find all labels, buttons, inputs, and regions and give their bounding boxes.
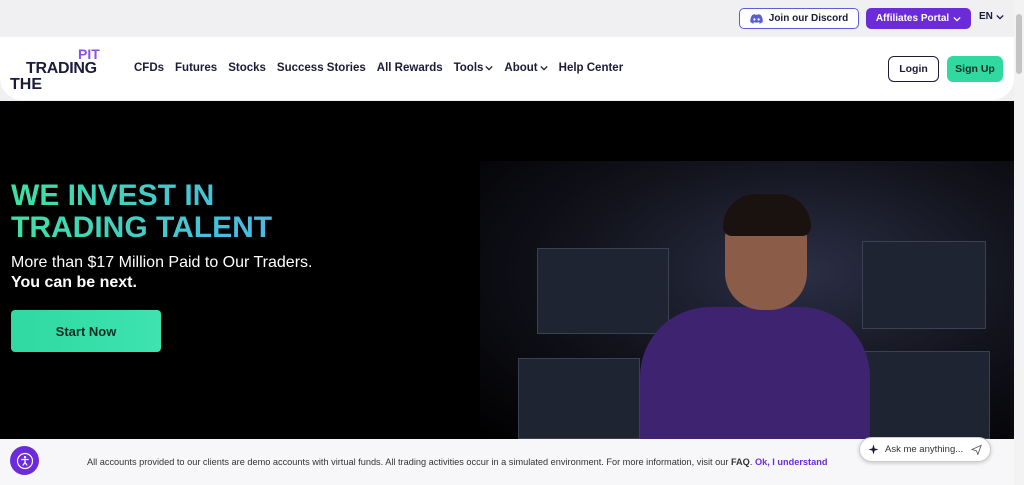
- nav-item-label: Futures: [175, 62, 218, 74]
- nav-item-label: All Rewards: [376, 62, 443, 74]
- language-selector[interactable]: EN: [979, 11, 1004, 22]
- start-now-button[interactable]: Start Now: [11, 310, 161, 352]
- send-icon[interactable]: [971, 444, 982, 455]
- affiliates-portal-button[interactable]: Affiliates Portal: [866, 8, 971, 29]
- hero-headline-line1: WE INVEST IN: [11, 179, 215, 212]
- signup-button[interactable]: Sign Up: [947, 56, 1003, 82]
- nav-menu: CFDs Futures Stocks Success Stories All …: [134, 62, 623, 74]
- hero-person-image: [640, 307, 870, 447]
- nav-item-help-center[interactable]: Help Center: [559, 62, 624, 74]
- hero-subheadline: More than $17 Million Paid to Our Trader…: [11, 254, 313, 271]
- scrollbar-thumb[interactable]: [1016, 14, 1022, 74]
- affiliates-portal-label: Affiliates Portal: [875, 13, 950, 24]
- nav-item-tools[interactable]: Tools: [454, 62, 494, 74]
- nav-item-label: About: [504, 62, 538, 74]
- sparkle-icon: [868, 444, 879, 455]
- nav-item-success-stories[interactable]: Success Stories: [277, 62, 366, 74]
- nav-item-stocks[interactable]: Stocks: [228, 62, 266, 74]
- login-button[interactable]: Login: [888, 56, 939, 82]
- nav-item-label: Tools: [453, 62, 484, 74]
- top-bar: [0, 0, 1014, 36]
- nav-item-futures[interactable]: Futures: [175, 62, 217, 74]
- nav-item-cfds[interactable]: CFDs: [134, 62, 164, 74]
- nav-item-all-rewards[interactable]: All Rewards: [377, 62, 443, 74]
- nav-item-label: Success Stories: [276, 62, 366, 74]
- accessibility-button[interactable]: [10, 446, 39, 475]
- hero-monitor-image: [537, 248, 669, 334]
- hero-monitor-image: [862, 241, 986, 329]
- discord-icon: [750, 13, 763, 24]
- demo-notice-text: All accounts provided to our clients are…: [87, 457, 731, 467]
- chevron-down-icon: [539, 65, 548, 71]
- hero-tagline: You can be next.: [11, 274, 137, 291]
- logo-the: THE: [10, 76, 42, 93]
- ask-assistant-placeholder: Ask me anything...: [885, 444, 964, 455]
- join-discord-button[interactable]: Join our Discord: [739, 8, 859, 29]
- join-discord-label: Join our Discord: [768, 13, 849, 24]
- language-label: EN: [979, 11, 993, 22]
- ok-understand-button[interactable]: Ok, I understand: [755, 457, 828, 467]
- hero-headline: WE INVEST IN TRADING TALENT: [11, 180, 272, 244]
- site-logo[interactable]: PIT TRADING THE: [10, 46, 110, 93]
- demo-notice: All accounts provided to our clients are…: [87, 457, 827, 467]
- nav-item-about[interactable]: About: [504, 62, 548, 74]
- ask-assistant-input[interactable]: Ask me anything...: [859, 437, 991, 462]
- chevron-down-icon: [485, 65, 494, 71]
- accessibility-icon: [16, 452, 33, 469]
- hero-person-hair: [723, 194, 811, 236]
- chevron-down-icon: [996, 14, 1004, 20]
- faq-link[interactable]: FAQ: [731, 457, 750, 467]
- hero-monitor-image: [852, 351, 990, 439]
- nav-item-label: Stocks: [228, 62, 266, 74]
- hero-headline-line2: TRADING TALENT: [11, 211, 273, 244]
- nav-item-label: CFDs: [134, 62, 165, 74]
- chevron-down-icon: [953, 16, 961, 22]
- hero-monitor-image: [518, 358, 640, 439]
- nav-item-label: Help Center: [558, 62, 624, 74]
